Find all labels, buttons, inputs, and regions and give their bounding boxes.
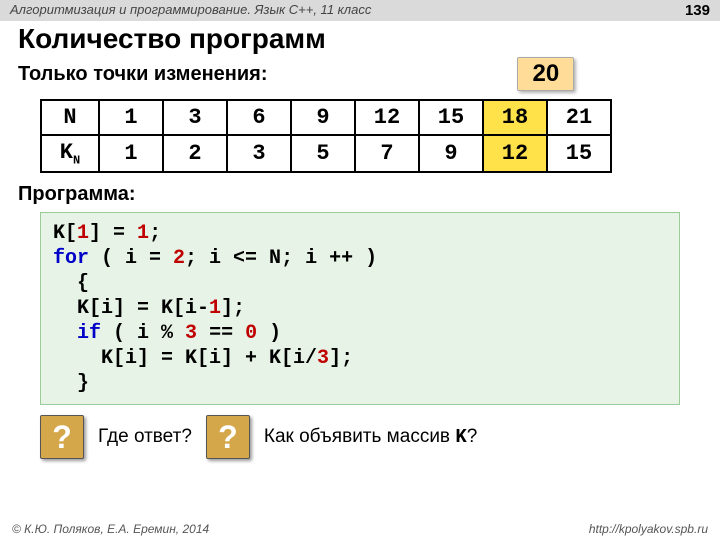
course-title: Алгоритмизация и программирование. Язык … [10, 2, 371, 19]
cell: 3 [227, 135, 291, 172]
code-block: K[1] = 1; for ( i = 2; i <= N; i ++ ) { … [40, 212, 680, 405]
page-number: 139 [685, 2, 710, 19]
cell-highlight: 12 [483, 135, 547, 172]
questions-row: ? Где ответ? ? Как объявить массив K? [40, 415, 720, 459]
cell: 1 [99, 135, 163, 172]
slide-header: Алгоритмизация и программирование. Язык … [0, 0, 720, 21]
cell: 12 [355, 100, 419, 135]
program-label: Программа: [18, 183, 720, 206]
cell: 21 [547, 100, 611, 135]
values-table: N 1 3 6 9 12 15 18 21 KN 1 2 3 5 7 9 12 … [40, 99, 612, 173]
slide-footer: © К.Ю. Поляков, Е.А. Еремин, 2014 http:/… [0, 522, 720, 536]
cell: 3 [163, 100, 227, 135]
cell: 9 [291, 100, 355, 135]
cell-N: N [41, 100, 99, 135]
cell: 1 [99, 100, 163, 135]
cell: 7 [355, 135, 419, 172]
question-text: Где ответ? [98, 426, 192, 448]
cell: 5 [291, 135, 355, 172]
page-title: Количество программ [18, 23, 720, 55]
table-row: N 1 3 6 9 12 15 18 21 [41, 100, 611, 135]
question-text: Как объявить массив K? [264, 426, 477, 448]
table-row: KN 1 2 3 5 7 9 12 15 [41, 135, 611, 172]
cell: 15 [547, 135, 611, 172]
cell-KN: KN [41, 135, 99, 172]
question-icon: ? [206, 415, 250, 459]
footer-url: http://kpolyakov.spb.ru [589, 522, 708, 536]
cell-highlight: 18 [483, 100, 547, 135]
question-icon: ? [40, 415, 84, 459]
copyright: © К.Ю. Поляков, Е.А. Еремин, 2014 [12, 522, 209, 536]
answer-badge: 20 [517, 57, 574, 91]
cell: 6 [227, 100, 291, 135]
subtitle: Только точки изменения: [18, 63, 267, 86]
cell: 15 [419, 100, 483, 135]
cell: 2 [163, 135, 227, 172]
cell: 9 [419, 135, 483, 172]
